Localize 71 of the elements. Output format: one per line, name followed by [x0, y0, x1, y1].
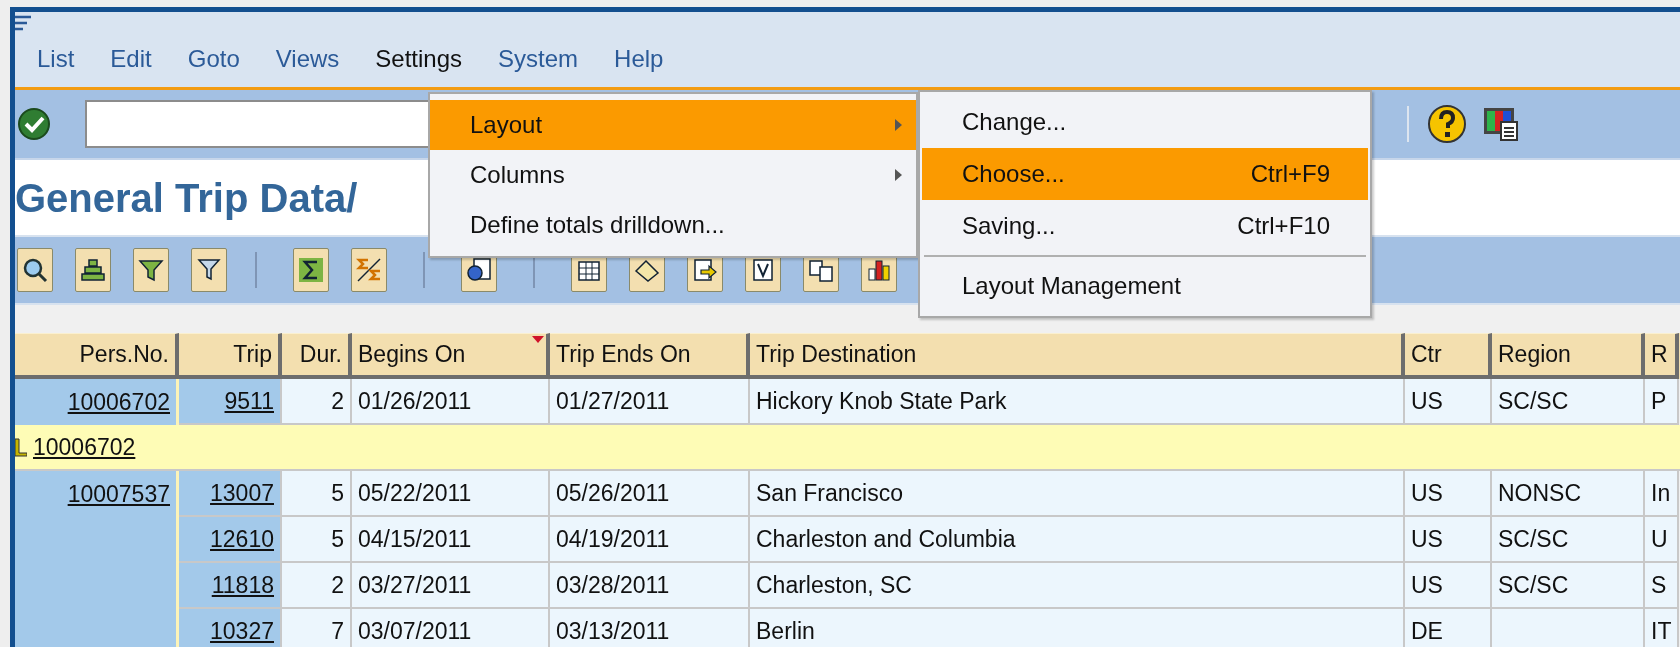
table-cell: 03/13/2011	[550, 609, 750, 647]
table-cell: Charleston, SC	[750, 563, 1405, 609]
menu-item[interactable]: Help	[614, 41, 664, 77]
table-cell: 03/28/2011	[550, 563, 750, 609]
menu-option[interactable]: Change...	[922, 96, 1368, 148]
table-cell: NONSC	[1492, 471, 1645, 517]
table-cell: SC/SC	[1492, 517, 1645, 563]
table-cell: Hickory Knob State Park	[750, 379, 1405, 425]
personnel-link[interactable]: 10006702	[67, 384, 170, 420]
table-cell: SC/SC	[1492, 563, 1645, 609]
personnel-link[interactable]: 10007537	[67, 476, 170, 512]
table-cell: US	[1405, 379, 1492, 425]
table-cell: San Francisco	[750, 471, 1405, 517]
table-cell: 04/15/2011	[352, 517, 550, 563]
table-cell: 03/27/2011	[352, 563, 550, 609]
search-icon[interactable]	[17, 248, 53, 292]
table-cell: 2	[282, 563, 352, 609]
menu-item[interactable]: System	[498, 41, 579, 77]
menu-option[interactable]: Choose... Ctrl+F9	[922, 148, 1368, 200]
trip-link[interactable]: 13007	[210, 475, 274, 511]
subtotal-icon	[15, 437, 27, 457]
table-cell: IT	[1645, 609, 1679, 647]
trip-link[interactable]: 11818	[211, 567, 274, 603]
table-cell: Charleston and Columbia	[750, 517, 1405, 563]
table-cell: US	[1405, 517, 1492, 563]
menu-item[interactable]: List	[37, 41, 75, 77]
table-cell: 5	[282, 471, 352, 517]
menu-option[interactable]: Columns	[430, 150, 916, 200]
table-cell: DE	[1405, 609, 1492, 647]
menu-option[interactable]: Define totals drilldown...	[430, 200, 916, 250]
table-cell: 04/19/2011	[550, 517, 750, 563]
shortcut-label: Ctrl+F9	[1250, 159, 1330, 189]
table-cell: 2	[282, 379, 352, 425]
subtotal-link[interactable]: 10006702	[33, 429, 136, 465]
table-cell: Berlin	[750, 609, 1405, 647]
table-cell: SC/SC	[1492, 379, 1645, 425]
menu-option[interactable]: Saving... Ctrl+F10	[922, 200, 1368, 252]
table-cell: 01/26/2011	[352, 379, 550, 425]
shortcut-label: Ctrl+F10	[1237, 211, 1330, 241]
trip-link[interactable]: 12610	[210, 521, 274, 557]
table-cell: 05/22/2011	[352, 471, 550, 517]
submenu-arrow-icon	[895, 119, 902, 131]
page-title: General Trip Data/	[15, 174, 358, 222]
menu-item[interactable]: Settings	[375, 41, 463, 77]
help-icon[interactable]	[1427, 104, 1467, 144]
trip-link[interactable]: 10327	[210, 613, 274, 647]
pyramid-icon[interactable]	[75, 248, 111, 292]
filter-icon[interactable]	[191, 248, 227, 292]
table-cell: 5	[282, 517, 352, 563]
menu-option[interactable]: Layout	[430, 100, 916, 150]
menu-option[interactable]: Layout Management	[922, 260, 1368, 312]
trip-link[interactable]: 9511	[224, 383, 274, 419]
table-cell: U	[1645, 517, 1679, 563]
table-cell: 05/26/2011	[550, 471, 750, 517]
sort-indicator-icon	[532, 336, 544, 343]
table-cell: 03/07/2011	[352, 609, 550, 647]
menu-item[interactable]: Edit	[110, 41, 152, 77]
table-cell: P	[1645, 379, 1679, 425]
submenu-arrow-icon	[895, 169, 902, 181]
table-cell: S	[1645, 563, 1679, 609]
subtotal-icon[interactable]	[351, 248, 387, 292]
check-icon[interactable]	[17, 107, 51, 141]
funnel-icon[interactable]	[133, 248, 169, 292]
table-cell: US	[1405, 471, 1492, 517]
table-cell: In	[1645, 471, 1679, 517]
table-cell: 01/27/2011	[550, 379, 750, 425]
table-cell: US	[1405, 563, 1492, 609]
sigma-icon[interactable]	[293, 248, 329, 292]
table-cell: 7	[282, 609, 352, 647]
menu-item[interactable]: Goto	[187, 41, 240, 77]
menu-item[interactable]: Views	[275, 41, 340, 77]
